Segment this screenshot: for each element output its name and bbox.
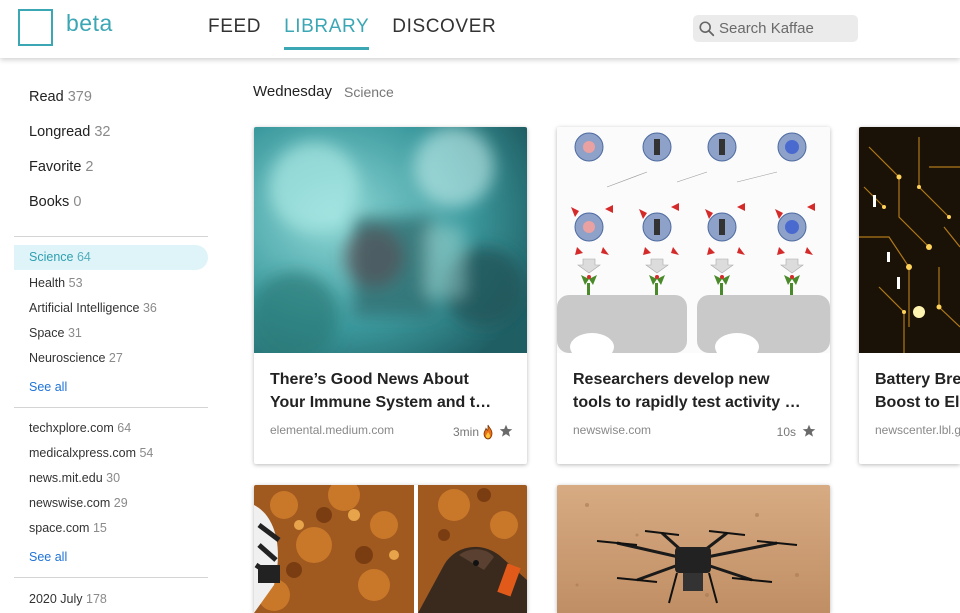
article-thumbnail bbox=[254, 485, 527, 613]
read-time: 3min bbox=[452, 425, 479, 439]
sidebar-item-count: 379 bbox=[67, 89, 92, 105]
topics-see-all-link[interactable]: See all bbox=[29, 380, 67, 394]
article-card[interactable]: Battery Bre Boost to El newscenter.lbl.g bbox=[859, 127, 960, 464]
search-icon bbox=[699, 20, 715, 36]
fire-icon bbox=[483, 424, 493, 440]
topic-label: Science bbox=[29, 250, 74, 264]
article-title[interactable]: There’s Good News About Your Immune Syst… bbox=[270, 368, 513, 414]
sidebar-item-read[interactable]: Read 379 bbox=[29, 89, 92, 105]
article-title-line: There’s Good News About bbox=[270, 371, 469, 388]
article-thumbnail bbox=[557, 127, 830, 353]
sidebar-item-books[interactable]: Books 0 bbox=[29, 194, 81, 210]
date-count: 178 bbox=[86, 592, 107, 606]
date-label: 2020 July bbox=[29, 592, 83, 606]
sidebar-source-techxplore[interactable]: techxplore.com 64 bbox=[29, 421, 131, 435]
topic-count: 27 bbox=[108, 351, 123, 365]
sidebar-item-label: Books bbox=[29, 194, 70, 210]
topic-tag: Science bbox=[344, 84, 394, 100]
search-box[interactable] bbox=[693, 15, 858, 42]
nav-discover[interactable]: DISCOVER bbox=[392, 16, 496, 50]
sidebar-item-label: Read bbox=[29, 89, 64, 105]
sidebar-topic-health[interactable]: Health 53 bbox=[29, 276, 83, 290]
nav-library[interactable]: LIBRARY bbox=[284, 16, 370, 50]
topic-label: Health bbox=[29, 276, 66, 290]
sidebar-divider bbox=[14, 236, 208, 237]
article-card[interactable]: There’s Good News About Your Immune Syst… bbox=[254, 127, 527, 464]
sidebar-item-favorite[interactable]: Favorite 2 bbox=[29, 159, 94, 175]
source-label: space.com bbox=[29, 521, 90, 535]
article-thumbnail bbox=[254, 127, 527, 353]
source-count: 64 bbox=[117, 421, 132, 435]
sidebar-source-medicalxpress[interactable]: medicalxpress.com 54 bbox=[29, 446, 153, 460]
sidebar-item-count: 32 bbox=[94, 124, 111, 140]
source-label: newswise.com bbox=[29, 496, 111, 510]
sources-see-all-link[interactable]: See all bbox=[29, 550, 67, 564]
topic-count: 31 bbox=[67, 326, 82, 340]
star-icon[interactable] bbox=[802, 424, 816, 438]
sidebar-item-label: Longread bbox=[29, 124, 91, 140]
sidebar-topic-ai[interactable]: Artificial Intelligence 36 bbox=[29, 301, 157, 315]
sidebar-item-label: Favorite bbox=[29, 159, 82, 175]
article-title[interactable]: Battery Bre Boost to El bbox=[875, 368, 960, 414]
sidebar-source-mit[interactable]: news.mit.edu 30 bbox=[29, 471, 120, 485]
sidebar-item-longread[interactable]: Longread 32 bbox=[29, 124, 110, 140]
article-title-line: tools to rapidly test activity … bbox=[573, 394, 801, 411]
source-count: 30 bbox=[106, 471, 121, 485]
article-card[interactable] bbox=[557, 485, 830, 613]
article-source: newscenter.lbl.g bbox=[875, 423, 960, 437]
source-label: news.mit.edu bbox=[29, 471, 103, 485]
sidebar-item-count: 2 bbox=[85, 159, 94, 175]
sidebar-divider bbox=[14, 407, 208, 408]
sidebar-item-count: 0 bbox=[73, 194, 82, 210]
top-bar: beta FEED LIBRARY DISCOVER bbox=[0, 0, 960, 58]
topic-count: 36 bbox=[142, 301, 157, 315]
topic-count: 53 bbox=[68, 276, 83, 290]
logo-icon[interactable] bbox=[18, 9, 53, 46]
nav-feed[interactable]: FEED bbox=[208, 16, 261, 50]
sidebar-divider bbox=[14, 577, 208, 578]
sidebar-topic-neuroscience[interactable]: Neuroscience 27 bbox=[29, 351, 123, 365]
sidebar-date-2020-july[interactable]: 2020 July 178 bbox=[29, 592, 107, 606]
article-title[interactable]: Researchers develop new tools to rapidly… bbox=[573, 368, 816, 414]
read-time: 10s bbox=[776, 425, 796, 439]
article-title-line: Your Immune System and t… bbox=[270, 394, 492, 411]
article-thumbnail bbox=[557, 485, 830, 613]
article-title-line: Battery Bre bbox=[875, 371, 960, 388]
topic-label: Artificial Intelligence bbox=[29, 301, 140, 315]
source-label: medicalxpress.com bbox=[29, 446, 136, 460]
source-count: 15 bbox=[92, 521, 107, 535]
logo-text[interactable]: beta bbox=[66, 10, 113, 37]
article-title-line: Boost to El bbox=[875, 394, 960, 411]
source-count: 29 bbox=[113, 496, 128, 510]
search-input[interactable] bbox=[719, 20, 854, 37]
article-card[interactable] bbox=[254, 485, 527, 613]
article-title-line: Researchers develop new bbox=[573, 371, 770, 388]
star-icon[interactable] bbox=[499, 424, 513, 438]
article-thumbnail bbox=[859, 127, 960, 353]
article-source: elemental.medium.com bbox=[270, 423, 395, 437]
sidebar-source-space[interactable]: space.com 15 bbox=[29, 521, 107, 535]
sidebar-topic-science[interactable]: Science 64 bbox=[14, 245, 208, 270]
topic-label: Space bbox=[29, 326, 65, 340]
sidebar-source-newswise[interactable]: newswise.com 29 bbox=[29, 496, 128, 510]
sidebar-topic-space[interactable]: Space 31 bbox=[29, 326, 82, 340]
main-nav: FEED LIBRARY DISCOVER bbox=[208, 16, 496, 50]
source-count: 54 bbox=[139, 446, 154, 460]
source-label: techxplore.com bbox=[29, 421, 114, 435]
topic-label: Neuroscience bbox=[29, 351, 106, 365]
article-card[interactable]: Researchers develop new tools to rapidly… bbox=[557, 127, 830, 464]
topic-count: 64 bbox=[76, 250, 91, 264]
day-heading: Wednesday bbox=[253, 83, 332, 100]
article-source: newswise.com bbox=[573, 423, 652, 437]
sidebar: Read 379 Longread 32 Favorite 2 Books 0 … bbox=[14, 58, 208, 613]
